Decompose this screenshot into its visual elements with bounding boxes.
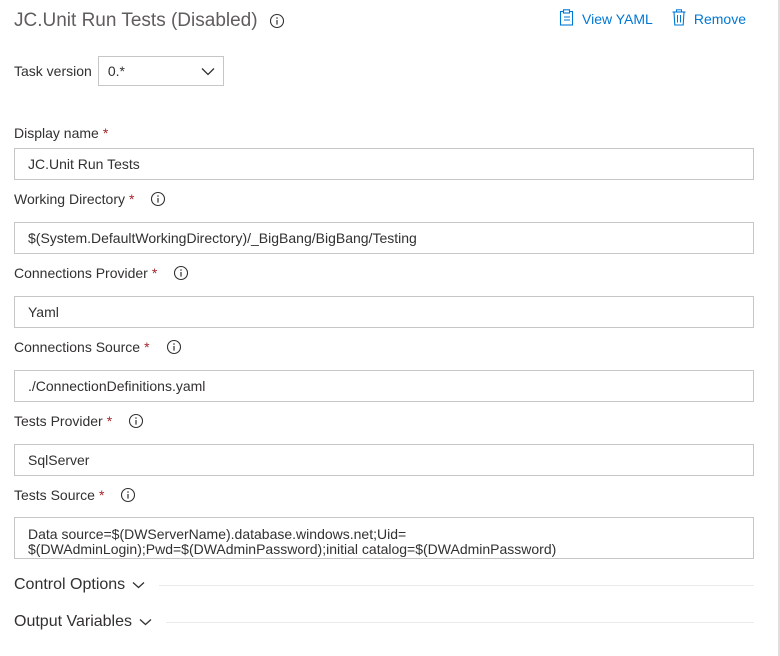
control-options-title: Control Options [14,576,126,593]
remove-label: Remove [693,11,746,27]
required-marker: * [102,125,109,141]
tests-provider-input[interactable]: SqlServer [14,444,754,476]
task-version-row: Task version 0.* [14,56,224,86]
page-title: JC.Unit Run Tests (Disabled) [14,10,258,31]
working-directory-input[interactable]: $(System.DefaultWorkingDirectory)/_BigBa… [14,222,754,254]
view-yaml-label: View YAML [582,11,653,27]
chevron-down-icon [132,613,152,631]
required-marker: * [151,265,158,281]
connections-provider-input[interactable]: Yaml [14,296,754,328]
display-name-input[interactable]: JC.Unit Run Tests [14,148,754,180]
trash-icon [672,9,694,29]
required-marker: * [98,487,105,503]
display-name-label: Display name * [14,125,109,141]
task-version-value: 0.* [107,63,125,79]
tests-source-textarea[interactable]: Data source=$(DWServerName).database.win… [14,517,754,559]
info-icon[interactable] [128,413,144,429]
output-variables-section[interactable]: Output Variables [14,613,754,631]
required-marker: * [106,413,113,429]
remove-button[interactable]: Remove [672,9,746,29]
control-options-section[interactable]: Control Options [14,576,754,594]
info-icon[interactable] [150,191,166,207]
required-marker: * [129,191,135,207]
section-divider [159,584,754,586]
connections-source-label: Connections Source * [14,339,182,355]
task-version-label: Task version [14,63,92,79]
task-version-dropdown[interactable]: 0.* [97,56,224,86]
info-icon[interactable] [120,487,136,503]
view-yaml-button[interactable]: View YAML [559,9,653,29]
output-variables-title: Output Variables [14,613,132,630]
clipboard-icon [559,9,582,29]
tests-provider-label: Tests Provider * [14,413,144,429]
chevron-down-icon [201,63,215,79]
chevron-down-icon [125,576,145,594]
required-marker: * [144,339,150,355]
connections-source-input[interactable]: ./ConnectionDefinitions.yaml [14,370,754,402]
info-icon[interactable] [166,339,182,355]
section-divider [166,621,754,623]
task-header: JC.Unit Run Tests (Disabled) [14,9,285,33]
info-icon[interactable] [173,265,189,281]
info-icon[interactable] [269,13,285,29]
working-directory-label: Working Directory * [14,191,166,207]
connections-provider-label: Connections Provider * [14,265,189,281]
tests-source-label: Tests Source * [14,487,136,503]
header-actions: View YAML Remove [559,9,746,29]
